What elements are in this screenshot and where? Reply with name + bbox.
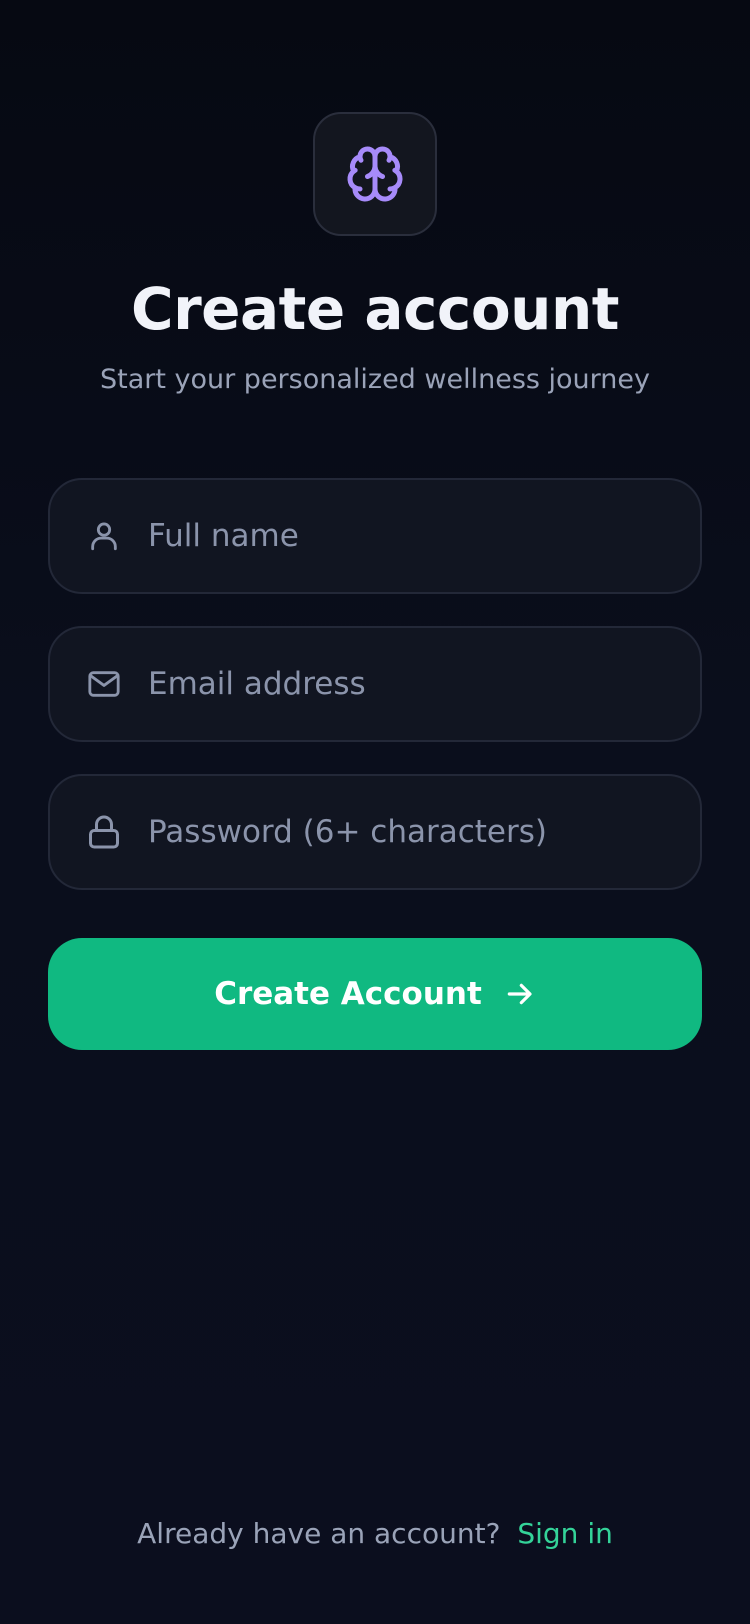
email-input[interactable]: [146, 653, 680, 715]
signin-prompt-text: Already have an account?: [137, 1517, 501, 1550]
mail-icon: [84, 664, 124, 704]
email-field[interactable]: [48, 626, 702, 742]
full-name-field[interactable]: [48, 478, 702, 594]
user-icon: [84, 516, 124, 556]
password-field[interactable]: [48, 774, 702, 890]
lock-icon: [84, 812, 124, 852]
arrow-right-icon: [504, 978, 536, 1010]
signin-prompt: Already have an account? Sign in: [0, 1514, 750, 1554]
app-logo: [313, 112, 437, 236]
signup-screen: Create account Start your personalized w…: [0, 0, 750, 1624]
create-account-button[interactable]: Create Account: [48, 938, 702, 1050]
create-account-label: Create Account: [214, 976, 482, 1012]
page-subtitle: Start your personalized wellness journey: [99, 364, 651, 395]
brain-icon: [347, 146, 403, 202]
password-input[interactable]: [146, 801, 680, 863]
full-name-input[interactable]: [146, 505, 680, 567]
page-title: Create account: [131, 275, 619, 343]
sign-in-link[interactable]: Sign in: [517, 1517, 613, 1550]
